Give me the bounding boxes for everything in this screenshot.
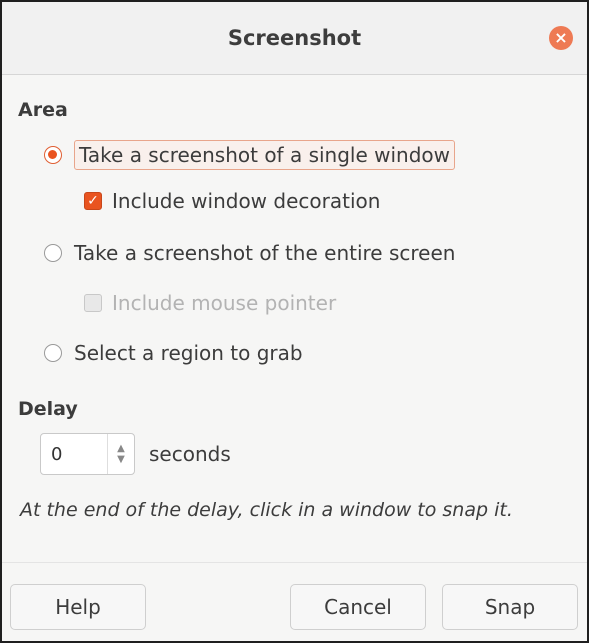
checkbox-include-window-decoration[interactable]: ✓ Include window decoration	[84, 189, 380, 213]
include-window-decoration-label: Include window decoration	[112, 189, 381, 213]
delay-spinbutton[interactable]: 0 ▲ ▼	[40, 433, 135, 475]
spin-arrows[interactable]: ▲ ▼	[107, 434, 134, 474]
radio-select-region-label: Select a region to grab	[74, 341, 303, 365]
title-bar: Screenshot ×	[2, 2, 587, 75]
dialog-title: Screenshot	[227, 26, 362, 50]
footer-divider	[2, 562, 587, 563]
area-section-label: Area	[18, 99, 68, 121]
decrement-icon[interactable]: ▼	[117, 454, 125, 465]
radio-entire-screen-label: Take a screenshot of the entire screen	[74, 241, 456, 265]
delay-section-label: Delay	[18, 398, 78, 420]
cancel-button[interactable]: Cancel	[290, 584, 426, 630]
radio-single-window-label: Take a screenshot of a single window	[74, 140, 456, 170]
checkbox-disabled-icon	[84, 294, 102, 312]
snap-button[interactable]: Snap	[442, 584, 578, 630]
radio-single-window[interactable]: Take a screenshot of a single window	[44, 140, 456, 170]
close-icon: ×	[554, 28, 568, 47]
include-mouse-pointer-label: Include mouse pointer	[112, 291, 337, 315]
radio-unselected-icon	[44, 344, 62, 362]
radio-unselected-icon	[44, 244, 62, 262]
increment-icon[interactable]: ▲	[117, 443, 125, 454]
radio-selected-icon	[44, 146, 62, 164]
delay-hint: At the end of the delay, click in a wind…	[20, 499, 513, 521]
screenshot-dialog: Screenshot × Area Take a screenshot of a…	[0, 0, 589, 643]
checkbox-checked-icon: ✓	[84, 192, 102, 210]
radio-select-region[interactable]: Select a region to grab	[44, 341, 303, 365]
help-button[interactable]: Help	[10, 584, 146, 630]
checkbox-include-mouse-pointer: Include mouse pointer	[84, 291, 336, 315]
radio-entire-screen[interactable]: Take a screenshot of the entire screen	[44, 241, 455, 265]
delay-unit-label: seconds	[149, 442, 231, 466]
close-button[interactable]: ×	[549, 26, 573, 50]
delay-value[interactable]: 0	[41, 434, 107, 474]
